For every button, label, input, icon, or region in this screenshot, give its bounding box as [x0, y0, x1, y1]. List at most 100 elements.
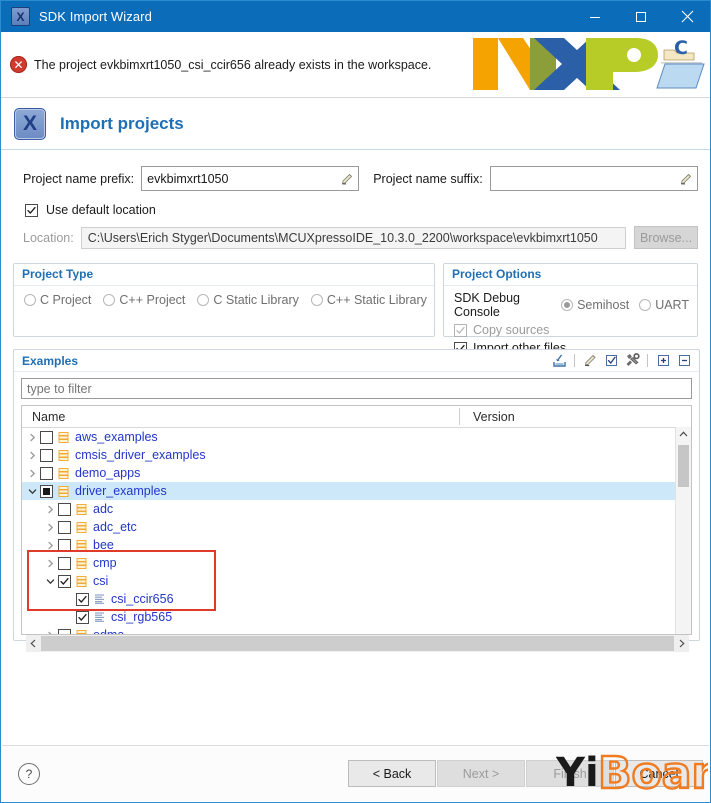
radio-c-static-library-label: C Static Library: [213, 293, 299, 307]
radio-c-static-library-control[interactable]: [197, 294, 210, 306]
tree-row[interactable]: cmsis_driver_examples: [22, 446, 691, 464]
examples-title: Examples: [22, 353, 79, 368]
use-default-location-checkbox[interactable]: [25, 203, 38, 217]
check-mark-icon: [456, 326, 465, 334]
tree-row[interactable]: aws_examples: [22, 428, 691, 446]
column-header-version[interactable]: Version: [473, 410, 515, 424]
tree-row-label: driver_examples: [75, 484, 167, 498]
option-groups: Project Type C Project C++ Project C Sta…: [1, 249, 710, 355]
dialog-footer: ? < Back Next > Finish Cancel: [2, 745, 709, 801]
radio-uart[interactable]: UART: [639, 298, 689, 312]
tree-row-checkbox[interactable]: [58, 574, 71, 588]
select-checkbox-icon[interactable]: [603, 353, 619, 369]
maximize-button[interactable]: [618, 1, 664, 32]
error-message-text: The project evkbimxrt1050_csi_ccir656 al…: [34, 57, 432, 72]
cancel-button[interactable]: Cancel: [615, 760, 703, 787]
tree-row-checkbox[interactable]: [40, 430, 53, 444]
tree-row-label: bee: [93, 538, 114, 552]
radio-cpp-project[interactable]: C++ Project: [103, 293, 185, 307]
tree-row[interactable]: adc: [22, 500, 691, 518]
radio-cpp-project-control[interactable]: [103, 294, 116, 306]
footer-button-group: < Back Next > Finish Cancel: [348, 760, 703, 787]
tree-row-label: csi_ccir656: [111, 592, 174, 606]
project-options-title: Project Options: [444, 264, 697, 286]
filter-input[interactable]: [22, 379, 691, 398]
project-type-title: Project Type: [14, 264, 434, 286]
tree-row-checkbox[interactable]: [58, 502, 71, 516]
help-button[interactable]: ?: [18, 762, 40, 785]
example-group-icon: [57, 449, 70, 462]
use-default-location-row[interactable]: Use default location: [1, 191, 710, 217]
tree-row-label: csi_rgb565: [111, 610, 173, 624]
tree-row[interactable]: bee: [22, 536, 691, 554]
copy-sources-label: Copy sources: [473, 323, 550, 337]
minimize-button[interactable]: [572, 1, 618, 32]
radio-uart-control[interactable]: [639, 299, 652, 311]
nxp-logo: C: [468, 32, 710, 97]
check-mark-icon: [78, 613, 87, 621]
scroll-left-arrow-icon[interactable]: [26, 639, 41, 648]
chevron-down-icon[interactable]: [44, 575, 57, 588]
tree-row-checkbox[interactable]: [76, 610, 89, 624]
scroll-up-arrow-icon[interactable]: [676, 427, 691, 442]
separator: [574, 354, 575, 367]
tree-header: Name Version: [22, 406, 691, 428]
tree-row[interactable]: csi_ccir656: [22, 590, 691, 608]
import-icon[interactable]: [551, 353, 567, 369]
column-header-name[interactable]: Name: [22, 410, 65, 424]
tree-row[interactable]: cmp: [22, 554, 691, 572]
prefix-input[interactable]: [142, 167, 359, 190]
tree-row-checkbox[interactable]: [58, 520, 71, 534]
example-group-icon: [57, 467, 70, 480]
error-message-row: ✕ The project evkbimxrt1050_csi_ccir656 …: [1, 56, 431, 73]
tree-row-checkbox[interactable]: [40, 484, 53, 498]
chevron-right-icon[interactable]: [44, 557, 57, 570]
page-header: X Import projects: [1, 98, 710, 150]
column-divider[interactable]: [459, 408, 460, 425]
tree-row-checkbox[interactable]: [58, 556, 71, 570]
tree-row[interactable]: adc_etc: [22, 518, 691, 536]
scroll-thumb-horizontal[interactable]: [41, 636, 674, 651]
chevron-right-icon[interactable]: [26, 467, 39, 480]
radio-cpp-static-library[interactable]: C++ Static Library: [310, 293, 427, 307]
tree-row[interactable]: csi_rgb565: [22, 608, 691, 626]
example-group-icon: [75, 575, 88, 588]
tree-horizontal-scrollbar[interactable]: [26, 635, 689, 652]
tree-row[interactable]: edma: [22, 626, 691, 634]
scroll-right-arrow-icon[interactable]: [674, 635, 689, 652]
chevron-down-icon[interactable]: [26, 485, 39, 498]
tree-row-checkbox[interactable]: [58, 538, 71, 552]
tree-row[interactable]: csi: [22, 572, 691, 590]
tree-vertical-scrollbar[interactable]: [675, 427, 691, 634]
tree-row[interactable]: driver_examples: [22, 482, 691, 500]
radio-semihost-control[interactable]: [561, 299, 574, 311]
chevron-right-icon[interactable]: [26, 449, 39, 462]
app-icon: X: [11, 7, 30, 26]
radio-c-project-control[interactable]: [24, 294, 36, 306]
radio-c-project[interactable]: C Project: [24, 293, 91, 307]
expand-all-icon[interactable]: [655, 353, 671, 369]
suffix-input[interactable]: [490, 167, 697, 190]
tree-row-checkbox[interactable]: [40, 448, 53, 462]
tree-row-label: aws_examples: [75, 430, 158, 444]
build-settings-icon[interactable]: [624, 353, 640, 369]
chevron-right-icon[interactable]: [26, 431, 39, 444]
close-button[interactable]: [664, 1, 710, 32]
tree-row-checkbox[interactable]: [76, 592, 89, 606]
prefix-variables-edit-icon[interactable]: [336, 168, 357, 189]
chevron-right-icon[interactable]: [44, 539, 57, 552]
radio-c-static-library[interactable]: C Static Library: [197, 293, 299, 307]
radio-cpp-static-library-control[interactable]: [310, 294, 323, 306]
sdk-import-wizard-dialog: X SDK Import Wizard ✕ The project evkbim…: [0, 0, 711, 803]
suffix-variables-edit-icon[interactable]: [675, 168, 696, 189]
scroll-thumb[interactable]: [678, 445, 689, 487]
collapse-all-icon[interactable]: [676, 353, 692, 369]
eraser-icon[interactable]: [582, 353, 598, 369]
chevron-right-icon[interactable]: [44, 503, 57, 516]
tree-row[interactable]: demo_apps: [22, 464, 691, 482]
chevron-right-icon[interactable]: [44, 521, 57, 534]
tree-row-checkbox[interactable]: [40, 466, 53, 480]
radio-semihost[interactable]: Semihost: [561, 298, 629, 312]
back-button[interactable]: < Back: [348, 760, 436, 787]
